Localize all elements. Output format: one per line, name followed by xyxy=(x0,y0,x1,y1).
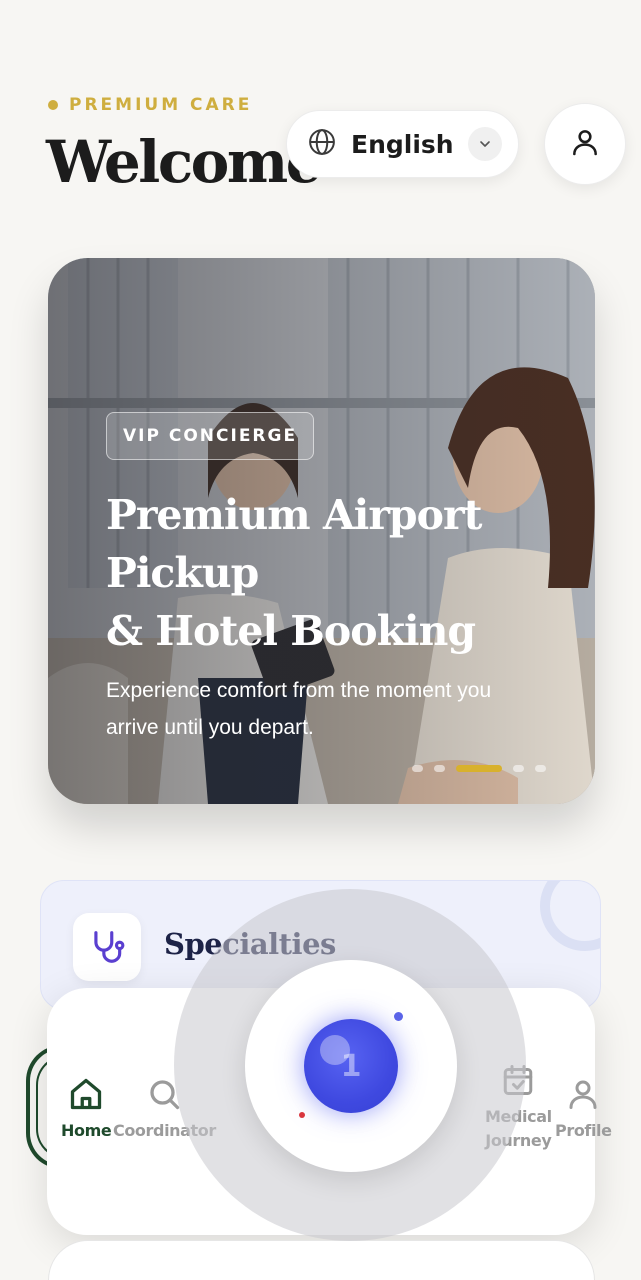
chevron-down-icon xyxy=(468,127,502,161)
hero-title-line-2: Pickup xyxy=(106,549,259,597)
hero-title: Premium Airport Pickup & Hotel Booking xyxy=(106,486,546,660)
decorative-ring xyxy=(540,881,600,951)
hero-title-line-1: Premium Airport xyxy=(106,491,482,539)
language-label: English xyxy=(351,129,454,159)
globe-icon xyxy=(307,127,337,162)
hero-carousel[interactable]: VIP CONCIERGE Premium Airport Pickup & H… xyxy=(48,258,595,804)
next-card xyxy=(48,1240,595,1280)
assistant-badge-count: 1 xyxy=(340,1048,362,1084)
carousel-dot[interactable] xyxy=(434,765,445,772)
carousel-dot[interactable] xyxy=(513,765,524,772)
carousel-dot[interactable] xyxy=(412,765,423,772)
red-spark-dot xyxy=(299,1112,305,1118)
profile-button[interactable] xyxy=(544,103,626,185)
nav-item-profile[interactable]: Profile xyxy=(555,1076,612,1145)
carousel-dots xyxy=(412,765,546,772)
carousel-dot[interactable] xyxy=(456,765,502,772)
language-selector[interactable]: English xyxy=(286,110,519,178)
vip-badge-label: VIP CONCIERGE xyxy=(123,426,298,446)
gold-dot-icon xyxy=(48,100,58,110)
hero-subtitle: Experience comfort from the moment you a… xyxy=(106,679,492,739)
vip-badge: VIP CONCIERGE xyxy=(106,412,315,460)
eyebrow: PREMIUM CARE xyxy=(48,95,252,115)
nav-label-profile: Profile xyxy=(555,1121,612,1140)
carousel-dot[interactable] xyxy=(535,765,546,772)
nav-label-home: Home xyxy=(61,1121,112,1140)
nav-item-home[interactable]: Home xyxy=(61,1076,112,1145)
blue-spark-dot xyxy=(394,1012,403,1021)
page-title: Welcome xyxy=(46,128,323,196)
user-icon xyxy=(569,126,601,163)
stethoscope-icon xyxy=(73,913,141,981)
user-icon xyxy=(565,1076,601,1117)
eyebrow-label: PREMIUM CARE xyxy=(69,95,253,115)
home-icon xyxy=(68,1076,104,1117)
assistant-orb-button[interactable]: 1 xyxy=(304,1019,398,1113)
hero-title-line-3: & Hotel Booking xyxy=(106,607,476,655)
